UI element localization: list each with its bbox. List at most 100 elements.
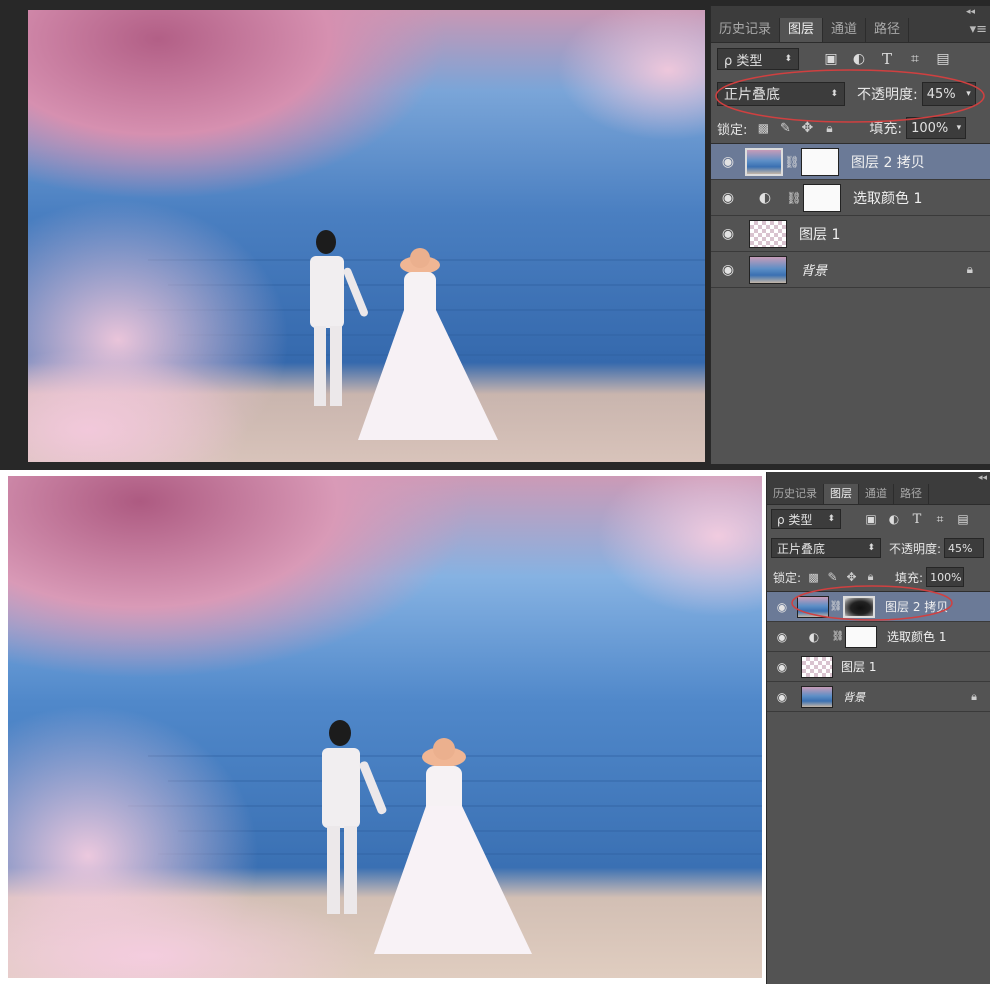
eye-icon[interactable]: ◉ [767, 630, 797, 644]
opacity-value: 45% [948, 541, 973, 555]
eye-icon[interactable]: ◉ [767, 690, 797, 704]
type-filter-icon[interactable]: T [875, 50, 899, 68]
layer-mask-thumbnail[interactable] [843, 595, 875, 618]
layer-name[interactable]: 选取颜色 1 [853, 188, 922, 208]
panel-header: ◂◂ [767, 472, 990, 484]
tab-layers[interactable]: 图层 [780, 18, 824, 42]
type-filter-icon[interactable]: T [907, 512, 927, 527]
layer-row-background[interactable]: ◉ 背景 🔒︎ [711, 252, 990, 288]
blend-row: 正片叠底 ⬍ 不透明度: 45% [767, 533, 990, 563]
layer-row-layer1[interactable]: ◉ 图层 1 [767, 652, 990, 682]
layer-row-background[interactable]: ◉ 背景 🔒︎ [767, 682, 990, 712]
layer-name[interactable]: 图层 2 拷贝 [851, 152, 925, 172]
panel-menu-icon[interactable]: ▾≡ [966, 18, 990, 42]
layer-mask-thumbnail[interactable] [803, 183, 841, 212]
layer-row-layer1[interactable]: ◉ 图层 1 [711, 216, 990, 252]
layer-name[interactable]: 图层 1 [841, 658, 876, 675]
smart-object-filter-icon[interactable]: ▤ [931, 51, 955, 67]
layer-thumbnail[interactable] [801, 685, 833, 708]
tab-layers[interactable]: 图层 [824, 484, 859, 504]
screenshot-before: ◂◂ 历史记录 图层 通道 路径 ▾≡ ρ 类型 ⬍ ▣ ◐ T ⌗ ▤ 正片叠… [0, 0, 990, 470]
chevron-down-icon[interactable]: ▾ [966, 89, 971, 99]
fill-label: 填充: [895, 570, 924, 585]
layer-thumbnail[interactable] [749, 219, 787, 248]
opacity-input[interactable]: 45% ▾ [921, 82, 976, 106]
layer-thumbnail[interactable] [797, 595, 829, 618]
filter-kind-select[interactable]: ρ 类型 ⬍ [771, 509, 841, 529]
layer-name[interactable]: 选取颜色 1 [887, 628, 946, 645]
shape-filter-icon[interactable]: ⌗ [903, 51, 927, 67]
tab-history[interactable]: 历史记录 [711, 18, 781, 42]
tab-paths[interactable]: 路径 [894, 484, 929, 504]
image-filter-icon[interactable]: ▣ [819, 51, 843, 67]
lock-move-icon[interactable]: ✥ [843, 570, 860, 584]
panel-tabs: 历史记录 图层 通道 路径 [767, 484, 990, 505]
tab-paths[interactable]: 路径 [866, 18, 910, 42]
wedding-photo-image [28, 10, 705, 462]
blend-row: 正片叠底 ⬍ 不透明度: 45% ▾ [711, 75, 990, 113]
layer-name[interactable]: 图层 1 [799, 224, 840, 244]
double-chevron-icon[interactable]: ◂◂ [978, 472, 987, 484]
eye-icon[interactable]: ◉ [711, 226, 745, 242]
double-chevron-icon[interactable]: ◂◂ [966, 6, 975, 18]
blend-mode-value: 正片叠底 [724, 87, 780, 103]
layer-name[interactable]: 背景 [801, 260, 827, 279]
chevron-down-icon[interactable]: ▾ [957, 123, 962, 133]
lock-move-icon[interactable]: ✥ [797, 120, 817, 136]
layer-row-selective-color[interactable]: ◉ ◐ ⛓ 选取颜色 1 [711, 180, 990, 216]
layer-thumbnail[interactable] [745, 147, 783, 176]
fill-input[interactable]: 100% ▾ [906, 117, 967, 139]
layer-thumbnail[interactable] [749, 255, 787, 284]
adjustment-filter-icon[interactable]: ◐ [847, 51, 871, 67]
smart-object-filter-icon[interactable]: ▤ [953, 512, 973, 526]
layer-row-layer2-copy[interactable]: ◉ ⛓ 图层 2 拷贝 [711, 144, 990, 180]
lock-all-icon[interactable]: 🔒︎ [862, 570, 879, 584]
chain-link-icon[interactable]: ⛓ [783, 155, 801, 169]
chain-link-icon[interactable]: ⛓ [831, 631, 845, 642]
tab-channels[interactable]: 通道 [823, 18, 867, 42]
tab-history[interactable]: 历史记录 [767, 484, 824, 504]
select-arrow-icon: ⬍ [830, 89, 838, 99]
shape-filter-icon[interactable]: ⌗ [930, 512, 950, 527]
blend-mode-select[interactable]: 正片叠底 ⬍ [717, 82, 845, 106]
tab-channels[interactable]: 通道 [859, 484, 894, 504]
layer-mask-thumbnail[interactable] [845, 625, 877, 648]
eye-icon[interactable]: ◉ [767, 600, 797, 614]
eye-icon[interactable]: ◉ [711, 190, 745, 206]
select-arrow-icon: ⬍ [867, 543, 875, 553]
lock-brush-icon[interactable]: ✎ [775, 121, 795, 136]
blend-mode-select[interactable]: 正片叠底 ⬍ [771, 538, 881, 558]
eye-icon[interactable]: ◉ [711, 154, 745, 170]
layer-lock-icon: 🔒︎ [971, 689, 977, 703]
lock-label: 锁定: [717, 122, 748, 138]
canvas-photo[interactable] [8, 476, 762, 978]
layer-row-selective-color[interactable]: ◉ ◐ ⛓ 选取颜色 1 [767, 622, 990, 652]
lock-transparent-icon[interactable]: ▩ [805, 571, 822, 584]
lock-row: 锁定: ▩ ✎ ✥ 🔒︎ 填充: 100% ▾ [711, 113, 990, 144]
adjustment-filter-icon[interactable]: ◐ [884, 512, 904, 526]
panel-tabs: 历史记录 图层 通道 路径 ▾≡ [711, 18, 990, 43]
select-arrow-icon: ⬍ [827, 514, 835, 524]
fill-input[interactable]: 100% [926, 567, 965, 587]
layer-row-layer2-copy[interactable]: ◉ ⛓ 图层 2 拷贝 [767, 592, 990, 622]
lock-transparent-icon[interactable]: ▩ [753, 121, 773, 135]
layer-name[interactable]: 图层 2 拷贝 [885, 598, 948, 615]
eye-icon[interactable]: ◉ [711, 262, 745, 278]
lock-all-icon[interactable]: 🔒︎ [819, 121, 839, 136]
fill-value: 100% [930, 570, 962, 584]
eye-icon[interactable]: ◉ [767, 660, 797, 674]
layer-thumbnail[interactable] [801, 655, 833, 678]
layer-mask-thumbnail[interactable] [801, 147, 839, 176]
canvas-photo[interactable] [28, 10, 705, 462]
opacity-label: 不透明度: [889, 541, 942, 556]
layer-name[interactable]: 背景 [843, 689, 865, 705]
chain-link-icon[interactable]: ⛓ [829, 601, 843, 612]
opacity-input[interactable]: 45% [944, 538, 985, 558]
filter-kind-label: ρ 类型 [724, 53, 763, 69]
adjustment-layer-icon: ◐ [758, 189, 772, 206]
chain-link-icon[interactable]: ⛓ [785, 191, 803, 205]
filter-kind-select[interactable]: ρ 类型 ⬍ [717, 48, 799, 70]
image-filter-icon[interactable]: ▣ [861, 512, 881, 526]
blend-mode-value: 正片叠底 [777, 541, 826, 556]
lock-brush-icon[interactable]: ✎ [824, 570, 841, 584]
